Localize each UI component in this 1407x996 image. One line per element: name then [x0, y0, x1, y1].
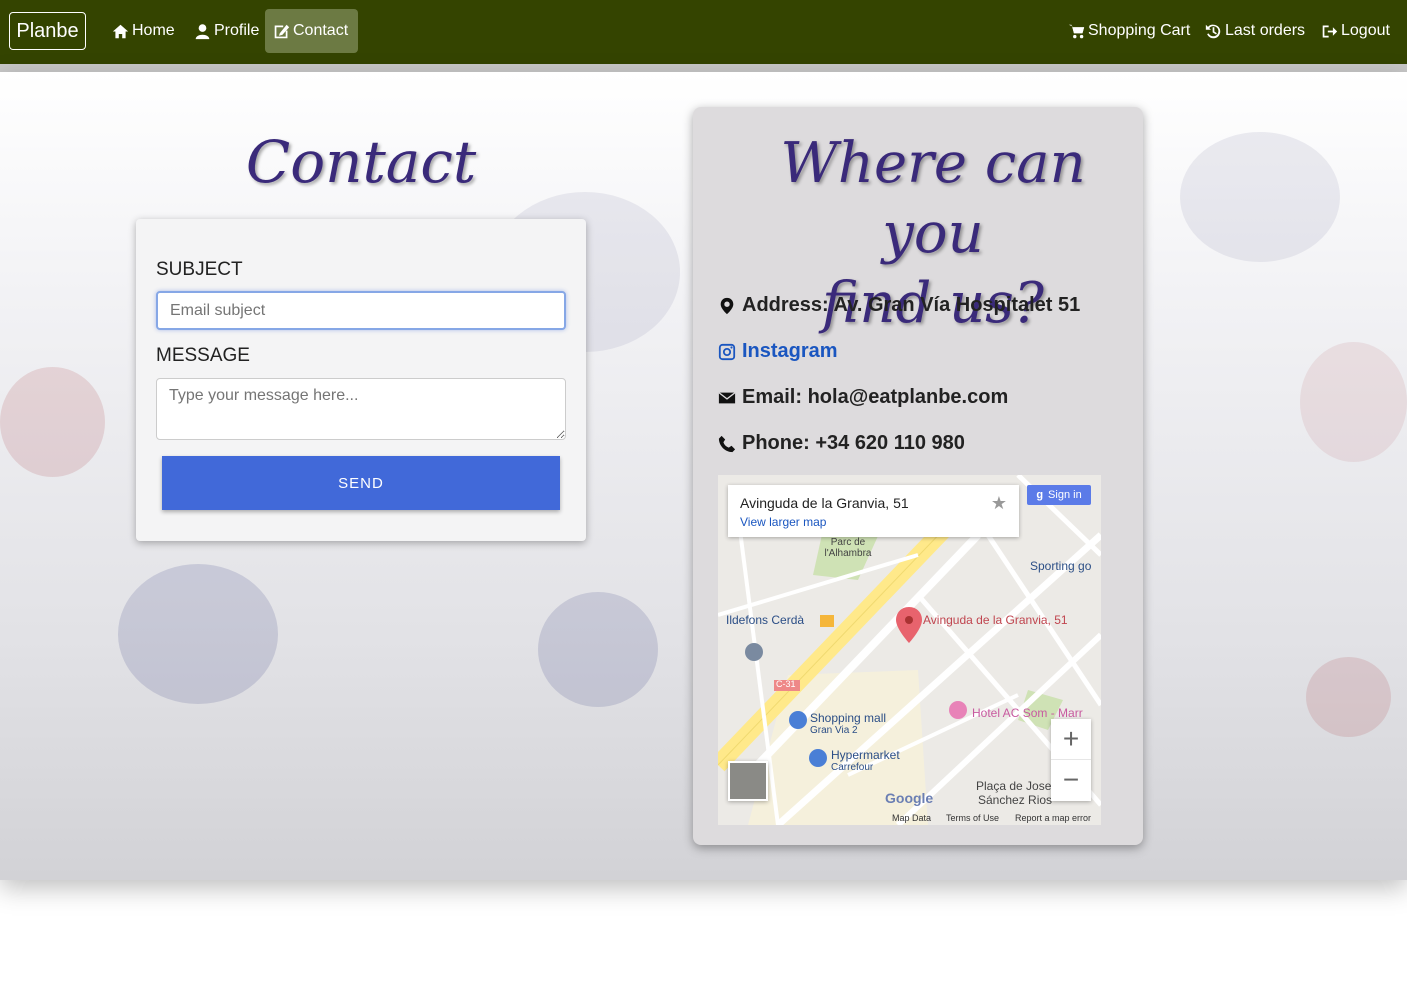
cabbage-decoration — [118, 564, 278, 704]
map-report-link[interactable]: Report a map error — [1015, 813, 1091, 823]
phone-icon — [718, 435, 736, 452]
find-us-card: Where can you find us? Address: Av. Gran… — [693, 107, 1143, 845]
nav-home[interactable]: Home — [104, 9, 183, 53]
google-logo: Google — [885, 790, 934, 806]
map-pin-label: Avinguda de la Granvia, 51 — [923, 613, 1068, 627]
address-row: Address: Av. Gran Vía Hospitalet 51 — [718, 294, 1080, 317]
navbar: Planbe Home Profile Contact Shopping Car… — [0, 0, 1407, 72]
nav-profile[interactable]: Profile — [186, 9, 267, 53]
find-us-title-line1: Where can you — [780, 131, 1086, 266]
tomato-decoration — [538, 592, 658, 707]
tomato-decoration — [0, 367, 105, 477]
nav-last-orders-label: Last orders — [1225, 22, 1306, 39]
map-sign-in-button[interactable]: g Sign in — [1027, 485, 1091, 505]
view-larger-map-link[interactable]: View larger map — [740, 515, 826, 529]
tomato-decoration — [1306, 657, 1391, 737]
map-label-hyper-sub: Carrefour — [831, 762, 874, 773]
instagram-label: Instagram — [742, 340, 838, 362]
map-data-link[interactable]: Map Data — [892, 813, 931, 823]
map-marker-icon — [720, 297, 734, 314]
instagram-link[interactable]: Instagram — [718, 340, 838, 363]
nav-contact-label: Contact — [293, 22, 349, 39]
send-button[interactable]: SEND — [162, 456, 560, 510]
embedded-map[interactable]: Avinguda de la Granvia, 51 Ildefons Cerd… — [718, 475, 1101, 825]
history-icon — [1205, 24, 1221, 38]
contact-title: Contact — [245, 128, 477, 196]
message-label: MESSAGE — [156, 345, 250, 366]
map-label-ildefons: Ildefons Cerdà — [726, 613, 805, 627]
map-label-hyper: Hypermarket — [831, 748, 900, 762]
map-info-popup: Avinguda de la Granvia, 51 View larger m… — [728, 485, 1019, 537]
star-icon[interactable]: ★ — [991, 493, 1007, 514]
cabbage-decoration — [1180, 132, 1340, 262]
satellite-toggle[interactable] — [728, 761, 768, 801]
map-sign-in-label: Sign in — [1048, 489, 1082, 501]
map-zoom-controls: + − — [1051, 719, 1091, 801]
nav-cart-label: Shopping Cart — [1088, 22, 1191, 39]
nav-contact[interactable]: Contact — [265, 9, 358, 53]
cart-icon — [1068, 24, 1085, 38]
nav-last-orders[interactable]: Last orders — [1197, 9, 1313, 53]
envelope-icon — [718, 391, 736, 403]
map-place-name: Avinguda de la Granvia, 51 — [740, 495, 909, 511]
google-g-icon: g — [1036, 489, 1044, 501]
map-label-shopping-sub: Gran Via 2 — [810, 725, 858, 736]
edit-icon — [274, 24, 290, 38]
email-text: Email: hola@eatplanbe.com — [742, 386, 1009, 408]
cabbage-decoration — [1300, 342, 1407, 462]
nav-logout[interactable]: Logout — [1313, 9, 1398, 53]
nav-cart[interactable]: Shopping Cart — [1060, 9, 1198, 53]
user-icon — [195, 23, 210, 39]
map-label-hotel: Hotel AC Som - Marr — [972, 706, 1083, 720]
contact-form-card: SUBJECT MESSAGE SEND — [136, 219, 586, 541]
zoom-in-button[interactable]: + — [1051, 719, 1091, 759]
nav-profile-label: Profile — [214, 22, 260, 39]
phone-text: Phone: +34 620 110 980 — [742, 432, 965, 454]
map-label-parc: Parc de l'Alhambra — [824, 537, 872, 559]
subject-label: SUBJECT — [156, 259, 243, 280]
subject-input[interactable] — [156, 291, 566, 330]
map-label-c31: C-31 — [776, 679, 796, 689]
nav-logout-label: Logout — [1341, 22, 1390, 39]
map-label-placa2: Sánchez Rios — [978, 793, 1053, 807]
brand-logo[interactable]: Planbe — [9, 12, 86, 50]
phone-row: Phone: +34 620 110 980 — [718, 432, 965, 455]
instagram-icon — [718, 343, 736, 360]
email-row: Email: hola@eatplanbe.com — [718, 386, 1008, 409]
zoom-out-button[interactable]: − — [1051, 759, 1091, 800]
logout-icon — [1322, 25, 1338, 37]
map-label-placa: Plaça de Josep — [976, 779, 1059, 793]
address-text: Address: Av. Gran Vía Hospitalet 51 — [742, 294, 1081, 316]
home-icon — [112, 24, 129, 38]
nav-home-label: Home — [132, 22, 175, 39]
map-label-sporting: Sporting go — [1030, 559, 1092, 573]
message-textarea[interactable] — [156, 378, 566, 440]
map-terms-link[interactable]: Terms of Use — [946, 813, 999, 823]
map-label-shopping: Shopping mall — [810, 711, 887, 725]
